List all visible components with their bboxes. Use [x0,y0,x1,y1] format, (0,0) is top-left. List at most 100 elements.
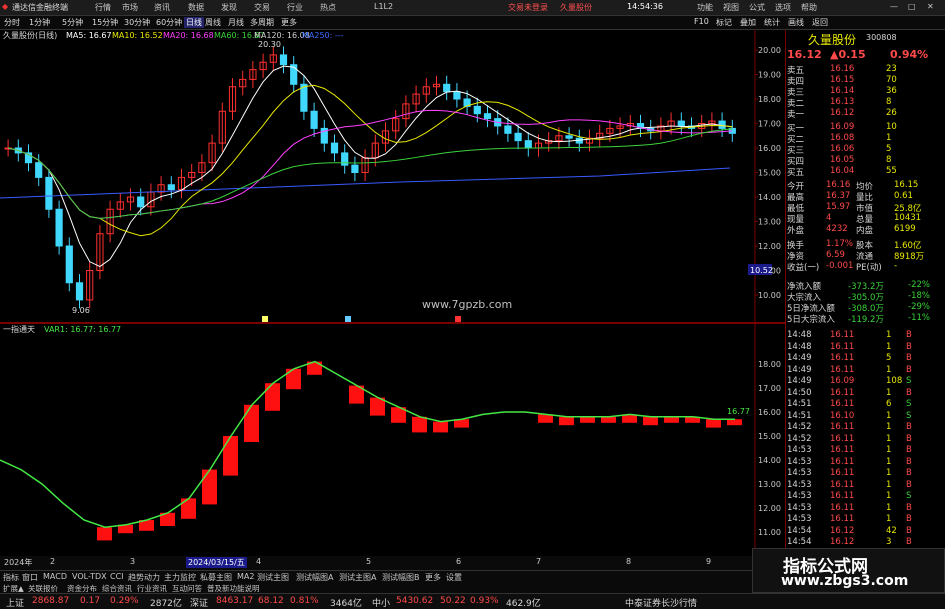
tool-draw[interactable]: 画线 [788,17,804,28]
menu-xuanxiang[interactable]: 选项 [775,2,791,13]
trade-login-link[interactable]: 交易未登录 [508,2,548,13]
zx-label[interactable]: 中小 [372,596,390,609]
candle [351,164,359,173]
tool-stats[interactable]: 统计 [764,17,780,28]
tool-back[interactable]: 返回 [812,17,828,28]
period-5min[interactable]: 5分钟 [62,17,83,28]
tab-test-sub-a[interactable]: 测试幅图A [296,572,333,583]
tick-row: 14:49 16.09 108 S [786,376,941,387]
price-pct: 0.94% [890,48,929,61]
flow-label: 5日大宗流入 [787,315,835,325]
tab-main-monitor[interactable]: 主力监控 [164,572,196,583]
tick-price: 16.11 [830,491,855,501]
sub-y-tick-label: 11.00 [758,528,781,537]
stat-val: 16.37 [826,191,851,201]
tick-time: 14:48 [787,341,812,352]
tick-vol: 1 [886,491,892,501]
tab-test-main[interactable]: 测试主图 [257,572,289,583]
tab-test-sub-b[interactable]: 测试幅图B [382,572,420,583]
indicator-y-axis: 18.00 17.00 16.00 15.00 14.00 13.00 12.00 11.00… [758,360,781,561]
tab-vol[interactable]: VOL-TDX [72,572,107,581]
tick-vol: 1 [886,433,892,444]
flow-pct: -29% [908,302,930,312]
menu-redian[interactable]: 热点 [320,2,336,13]
zx-chg: 50.22 [440,596,466,606]
tab-trend[interactable]: 趋势动力 [128,572,160,583]
bid-vol: 55 [886,166,897,176]
sub-y-tick-label: 15.00 [758,432,781,441]
menu-shichang[interactable]: 市场 [122,2,138,13]
ask-vol: 8 [886,97,892,107]
tab-ma2[interactable]: MA2 [237,572,254,581]
candle [310,110,318,129]
indicator-chart[interactable]: 一指通天 VAR1: 16.77 : 16.77 18.00 17.00 16.00… [0,324,785,561]
tool-mark[interactable]: 标记 [716,17,732,28]
tab-macd[interactable]: MACD [43,572,67,581]
indicator-bars [0,360,742,541]
maximize-icon[interactable]: □ [908,2,916,11]
bid-vol: 1 [886,133,892,143]
indicator-bar [643,416,658,426]
period-15min[interactable]: 15分钟 [92,17,118,28]
tab-settings[interactable]: 设置 [446,572,462,583]
menu-hangye[interactable]: 行业 [287,2,303,13]
period-30min[interactable]: 30分钟 [124,17,150,28]
ask-row: 卖四 16.15 70 [786,75,941,87]
minimize-icon[interactable]: — [890,2,898,11]
close-icon[interactable]: ✕ [927,2,934,11]
bid-price: 16.04 [830,166,855,176]
tick-price: 16.12 [830,525,855,536]
date-cursor-label: 2024/03/15/五 [186,557,247,568]
tab-test-main-a[interactable]: 测试主图A [339,572,376,583]
tick-price: 16.11 [830,341,855,352]
sz-amt: 3464亿 [330,599,362,609]
tick-side: B [906,468,912,478]
menu-gongshi[interactable]: 公式 [749,2,765,13]
menu-zixun[interactable]: 资讯 [154,2,170,13]
period-fenshi[interactable]: 分时 [4,17,20,28]
candle [279,54,288,66]
flow-row: 大宗流入 -305.0万 -18% [786,291,941,303]
candle [330,142,339,154]
period-daily[interactable]: 日线 [184,17,204,28]
candle [473,105,481,115]
period-more[interactable]: 更多 [281,17,297,28]
corner-watermark: 指标公式网 www.zbgs3.com [752,548,945,593]
menu-jiaoyi[interactable]: 交易 [254,2,270,13]
period-monthly[interactable]: 月线 [228,17,244,28]
stat-val: 6199 [894,224,916,234]
stat-val: 10431 [894,213,922,223]
sz-label[interactable]: 深证 [190,596,208,609]
period-1min[interactable]: 1分钟 [29,17,50,28]
candle [483,113,492,120]
stat-val: 1.17% [826,239,854,249]
period-multi[interactable]: 多周期 [250,17,274,28]
menu-shuju[interactable]: 数据 [188,2,204,13]
stock-code: 300808 [866,33,897,42]
tick-time: 14:53 [787,502,812,513]
period-60min[interactable]: 60分钟 [156,17,182,28]
stat-val: 4232 [826,224,848,234]
kline-chart[interactable]: 久量股份(日线) MA5: 16.67 MA10: 16.52 MA20: 16… [0,30,785,322]
tab-more[interactable]: 更多 [425,572,441,583]
menu-shitu[interactable]: 视图 [723,2,739,13]
ma20-label: MA20: 16.68 [163,31,214,40]
menu-hangqing[interactable]: 行情 [95,2,111,13]
tool-overlay[interactable]: 叠加 [740,17,756,28]
period-weekly[interactable]: 周线 [205,17,221,28]
tab-cci[interactable]: CCI [110,572,124,581]
account-name[interactable]: 久量股份 [560,2,592,13]
tab-indicator[interactable]: 指标 [3,572,19,583]
main-y-axis: 20.00 19.00 18.00 17.00 16.00 15.00 14.00 13.00… [755,46,781,300]
tick-side: B [906,479,912,490]
sh-label[interactable]: 上证 [6,596,24,609]
menu-gongneng[interactable]: 功能 [697,2,713,13]
menu-bangzhu[interactable]: 帮助 [801,2,817,13]
menu-faxian[interactable]: 发现 [221,2,237,13]
price-change: ▲0.15 [830,48,866,61]
tab-private[interactable]: 私募主图 [200,572,232,583]
tab-window[interactable]: 窗口 [22,572,38,583]
date-label: 2 [50,557,56,566]
tool-f10[interactable]: F10 [694,17,709,26]
tick-vol: 6 [886,399,892,409]
